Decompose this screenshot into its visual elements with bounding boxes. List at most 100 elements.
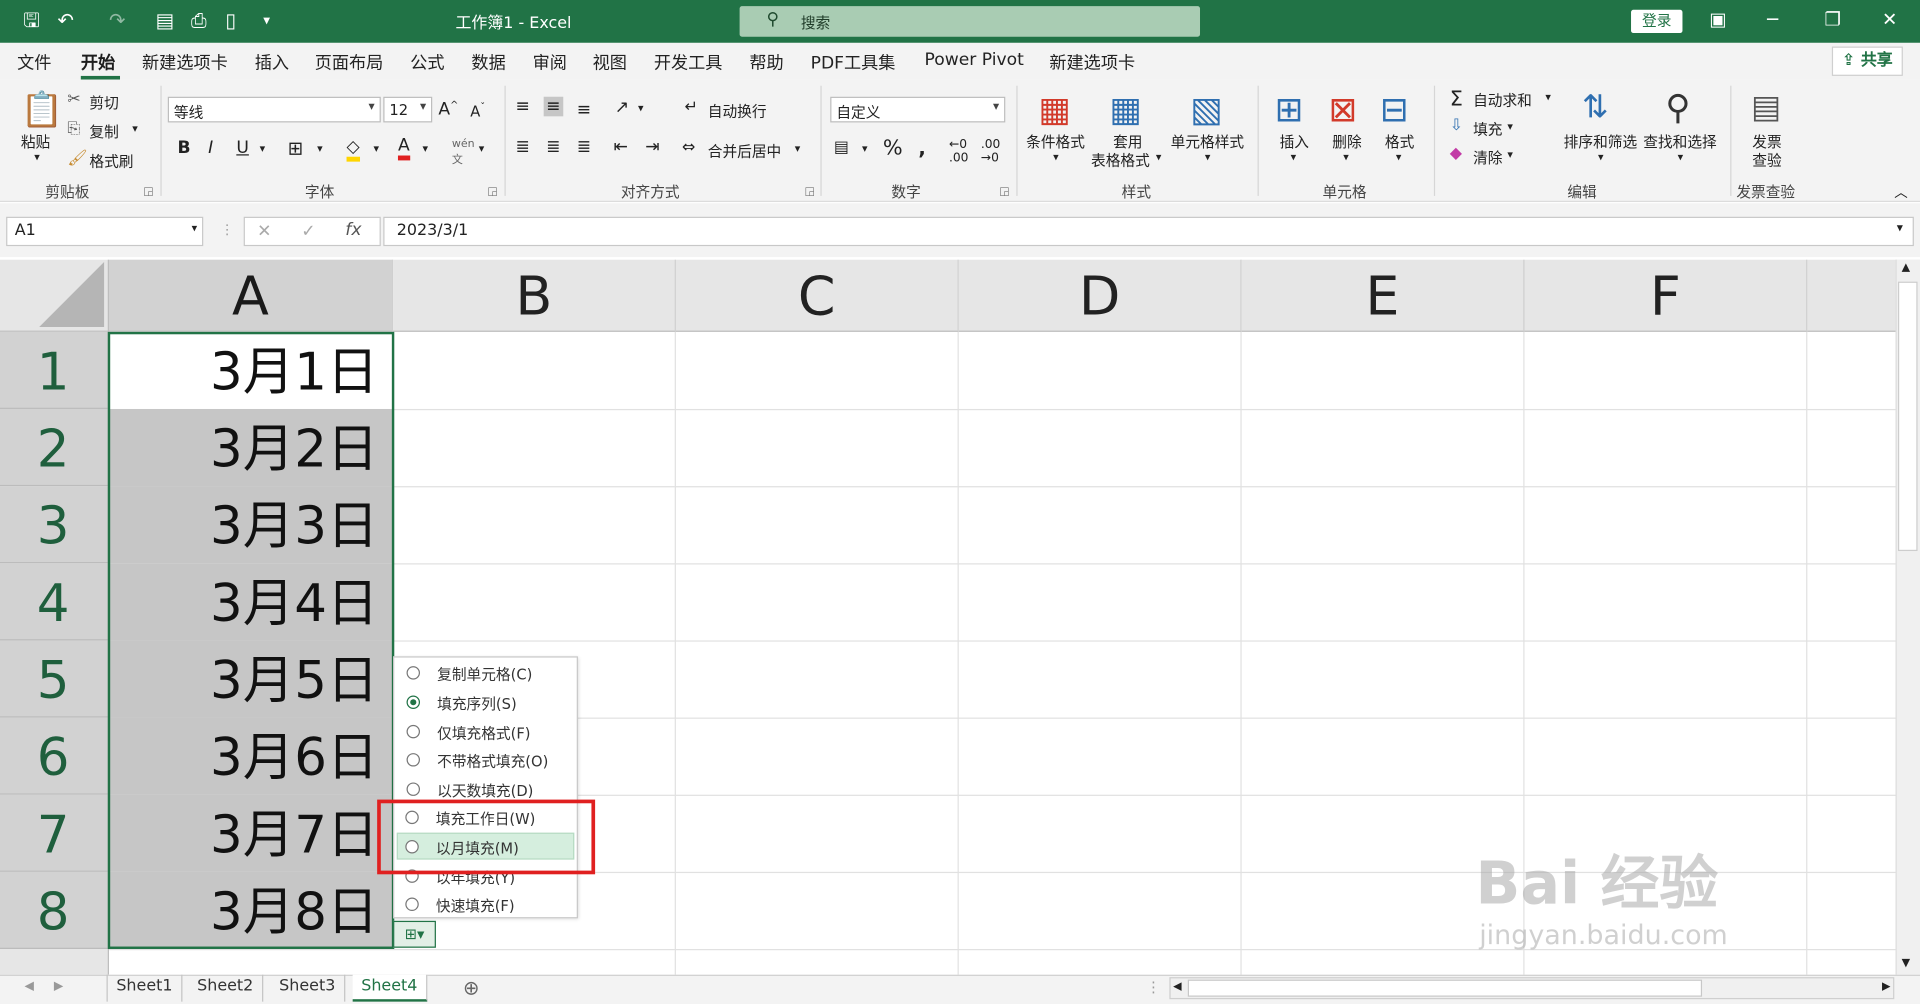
sheet-tab-3[interactable]: Sheet3 xyxy=(271,974,346,1002)
sheet-tab-2[interactable]: Sheet2 xyxy=(189,974,264,1002)
splitter-icon[interactable]: ⋮ xyxy=(220,222,233,238)
cell-styles-dropdown-icon[interactable]: ▾ xyxy=(1205,152,1211,164)
paste-icon[interactable]: 📋 xyxy=(21,89,64,129)
clear-icon[interactable]: ◆ xyxy=(1450,144,1462,162)
column-header-g-partial[interactable] xyxy=(1807,259,1896,332)
align-top-icon[interactable]: ≡ xyxy=(516,97,530,117)
format-painter-button[interactable]: 格式刷 xyxy=(89,151,133,172)
decrease-indent-icon[interactable]: ⇤ xyxy=(613,137,627,157)
copy-dropdown-icon[interactable]: ▾ xyxy=(132,124,138,136)
column-header-f[interactable]: F xyxy=(1524,259,1808,332)
formula-input[interactable]: 2023/3/1 xyxy=(383,216,1914,247)
paste-dropdown-icon[interactable]: ▾ xyxy=(34,152,40,164)
row-header-1[interactable]: 1 xyxy=(0,331,109,409)
decrease-decimal-icon[interactable]: .00 →0 xyxy=(981,138,1000,165)
autosum-icon[interactable]: Σ xyxy=(1450,87,1463,111)
paste-button[interactable]: 粘贴 xyxy=(21,131,50,152)
expand-formula-icon[interactable]: ▾ xyxy=(1897,222,1903,235)
decrease-font-icon[interactable]: Aˇ xyxy=(470,102,485,120)
horizontal-scroll-thumb[interactable] xyxy=(1187,979,1703,997)
borders-icon[interactable]: ⊞ xyxy=(288,137,303,159)
vertical-scroll-thumb[interactable] xyxy=(1897,281,1918,552)
option-copy-cells[interactable]: 复制单元格(C) xyxy=(394,659,576,687)
font-color-dropdown-icon[interactable]: ▾ xyxy=(422,143,428,155)
row-header-8[interactable]: 8 xyxy=(0,871,109,949)
tab-new-2[interactable]: 新建选项卡 xyxy=(1049,50,1135,74)
increase-decimal-icon[interactable]: ←0.00 xyxy=(949,138,968,165)
delete-cells-icon[interactable]: ⊠ xyxy=(1329,89,1358,129)
column-header-d[interactable]: D xyxy=(958,259,1242,332)
align-middle-icon[interactable]: ≡ xyxy=(543,96,563,117)
font-dialog-launcher-icon[interactable]: ◲ xyxy=(487,186,497,198)
form-icon[interactable]: ▤ xyxy=(156,9,175,33)
orientation-icon[interactable]: ↗ xyxy=(615,98,629,118)
phonetic-icon[interactable]: wén 文 xyxy=(452,138,475,166)
comma-icon[interactable]: , xyxy=(918,136,925,159)
percent-icon[interactable]: % xyxy=(883,136,903,160)
row-header-9-partial[interactable] xyxy=(0,948,109,975)
orientation-dropdown-icon[interactable]: ▾ xyxy=(638,103,644,115)
print-icon[interactable]: ⎙ xyxy=(191,9,207,33)
add-sheet-icon[interactable]: ⊕ xyxy=(463,976,479,999)
font-name-combo[interactable]: 等线 ▾ xyxy=(167,96,381,123)
autosum-dropdown-icon[interactable]: ▾ xyxy=(1545,92,1551,104)
format-as-table-icon[interactable]: ▦ xyxy=(1109,89,1141,129)
select-all-corner[interactable] xyxy=(0,259,109,332)
share-button[interactable]: ⇪ 共享 xyxy=(1831,46,1903,76)
scroll-left-icon[interactable]: ◀ xyxy=(1173,981,1181,993)
clipboard-dialog-launcher-icon[interactable]: ◲ xyxy=(143,186,153,198)
tab-home[interactable]: 开始 xyxy=(81,50,115,74)
merge-center-button[interactable]: 合并后居中 xyxy=(708,141,781,162)
delete-dropdown-icon[interactable]: ▾ xyxy=(1343,152,1349,164)
search-box[interactable]: ⚲ 搜索 xyxy=(739,6,1201,37)
tab-file[interactable]: 文件 xyxy=(17,50,51,74)
prev-sheet-icon[interactable]: ◀ xyxy=(24,980,33,993)
row-header-6[interactable]: 6 xyxy=(0,717,109,795)
tab-power-pivot[interactable]: Power Pivot xyxy=(924,50,1023,70)
insert-cells-icon[interactable]: ⊞ xyxy=(1275,89,1304,129)
increase-indent-icon[interactable]: ⇥ xyxy=(645,137,659,157)
save-icon[interactable]: 🖫 xyxy=(23,9,40,33)
sort-filter-icon[interactable]: ⇅ xyxy=(1582,89,1609,126)
option-fill-without-formatting[interactable]: 不带格式填充(O) xyxy=(394,746,576,774)
option-fill-formatting-only[interactable]: 仅填充格式(F) xyxy=(394,718,576,746)
scroll-right-icon[interactable]: ▶ xyxy=(1882,981,1890,993)
login-button[interactable]: 登录 xyxy=(1631,9,1683,34)
option-fill-series[interactable]: 填充序列(S) xyxy=(394,688,576,716)
undo-icon[interactable]: ↶ xyxy=(58,9,74,33)
row-header-7[interactable]: 7 xyxy=(0,794,109,872)
tab-pdf-tools[interactable]: PDF工具集 xyxy=(811,50,896,74)
clear-button[interactable]: 清除 xyxy=(1473,147,1502,168)
fill-icon[interactable]: ⇩ xyxy=(1450,116,1463,134)
tab-formulas[interactable]: 公式 xyxy=(410,50,444,74)
name-box[interactable]: A1 ▾ xyxy=(6,216,204,247)
invoice-check-label-b[interactable]: 查验 xyxy=(1752,149,1781,170)
format-table-dropdown-icon[interactable]: ▾ xyxy=(1156,152,1162,164)
alignment-dialog-launcher-icon[interactable]: ◲ xyxy=(804,186,814,198)
copy-icon[interactable]: ⎘ xyxy=(67,120,80,138)
borders-dropdown-icon[interactable]: ▾ xyxy=(317,143,323,155)
underline-dropdown-icon[interactable]: ▾ xyxy=(260,143,266,155)
cell-styles-icon[interactable]: ▧ xyxy=(1190,89,1222,129)
next-sheet-icon[interactable]: ▶ xyxy=(54,980,63,993)
tab-view[interactable]: 视图 xyxy=(593,50,627,74)
column-header-a[interactable]: A xyxy=(108,259,394,332)
new-doc-icon[interactable]: ▯ xyxy=(225,9,236,33)
autofill-options-button[interactable]: ⊞▾ xyxy=(393,920,436,948)
redo-icon[interactable]: ↷ xyxy=(109,9,125,33)
align-right-icon[interactable]: ≣ xyxy=(577,137,591,157)
format-cells-icon[interactable]: ⊟ xyxy=(1380,89,1409,129)
row-header-3[interactable]: 3 xyxy=(0,486,109,564)
tab-developer[interactable]: 开发工具 xyxy=(654,50,723,74)
conditional-formatting-icon[interactable]: ▦ xyxy=(1038,89,1070,129)
underline-icon[interactable]: U xyxy=(236,138,249,158)
tab-data[interactable]: 数据 xyxy=(471,50,505,74)
format-painter-icon[interactable]: 🖌 xyxy=(67,149,87,167)
minimize-icon[interactable]: ─ xyxy=(1767,9,1778,31)
fill-color-dropdown-icon[interactable]: ▾ xyxy=(373,143,379,155)
customize-qat-icon[interactable]: ▾ xyxy=(263,9,270,33)
conditional-formatting-button[interactable]: 条件格式 xyxy=(1026,131,1085,152)
merge-dropdown-icon[interactable]: ▾ xyxy=(795,143,801,155)
cancel-icon[interactable]: ✕ xyxy=(257,222,271,242)
accounting-dropdown-icon[interactable]: ▾ xyxy=(862,143,868,155)
